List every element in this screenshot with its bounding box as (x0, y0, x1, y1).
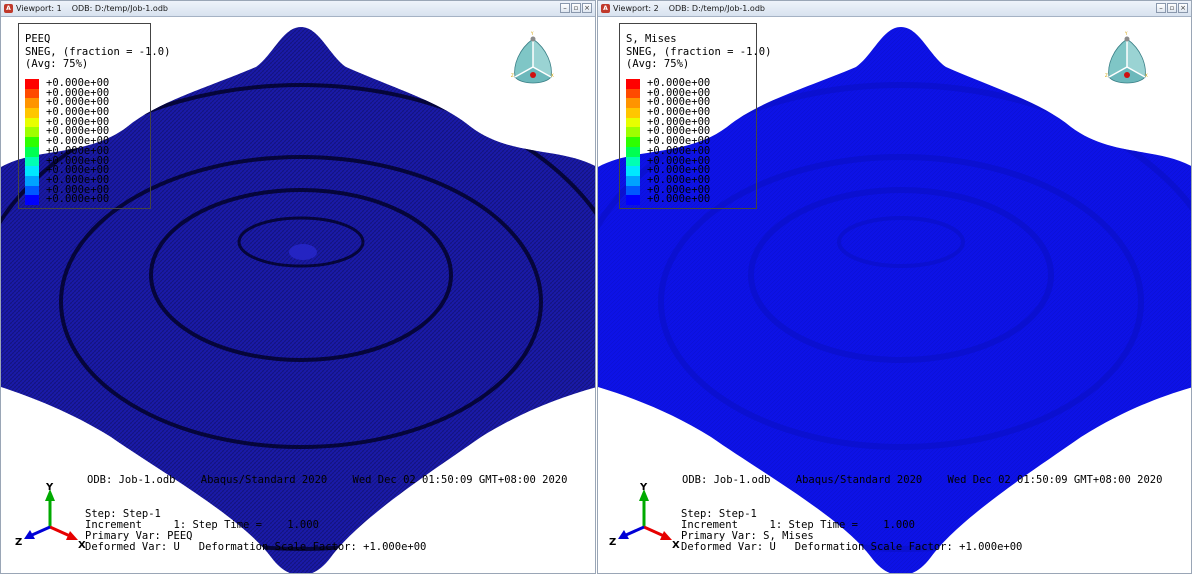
legend-variable: S, Mises (626, 33, 677, 45)
legend-averaging: (Avg: 75%) (626, 58, 690, 70)
legend-swatch (25, 195, 39, 205)
viewport-2-odb-path: ODB: D:/temp/Job-1.odb (668, 4, 765, 13)
step-info-block: Step: Step-1 Increment 1: Step Time = 1.0… (85, 509, 426, 553)
legend-swatch (25, 117, 39, 128)
legend-swatch (626, 166, 640, 176)
svg-text:X: X (1145, 73, 1148, 78)
legend-swatch (626, 79, 640, 89)
coordinate-axes-triad: Y X Z (15, 482, 86, 551)
legend-swatch (25, 137, 39, 147)
coordinate-axes-triad: Y X Z (609, 482, 680, 551)
legend-swatch (626, 146, 640, 157)
odb-info-line: ODB: Job-1.odb Abaqus/Standard 2020 Wed … (682, 474, 1163, 486)
legend-swatch (626, 137, 640, 147)
axis-z-label: Z (15, 537, 22, 548)
legend-swatch (626, 117, 640, 128)
legend-swatch (626, 195, 640, 205)
legend-swatch (626, 156, 640, 167)
legend-swatch (626, 127, 640, 138)
minimize-button[interactable]: – (560, 3, 570, 13)
legend-section: SNEG, (fraction = -1.0) (25, 45, 171, 58)
restore-button[interactable]: ▫ (1167, 3, 1177, 13)
legend-variable: PEEQ (25, 33, 51, 45)
legend-swatch (25, 146, 39, 157)
view-orientation-icon[interactable]: Y Z X (1105, 31, 1149, 87)
legend-averaging: (Avg: 75%) (25, 58, 89, 70)
svg-text:Z: Z (1105, 73, 1108, 78)
legend-section: SNEG, (fraction = -1.0) (626, 45, 772, 58)
legend-swatch (25, 127, 39, 138)
axis-x-label: X (672, 540, 680, 551)
legend-swatch (25, 108, 39, 118)
legend-swatch (626, 185, 640, 196)
legend-swatch (626, 98, 640, 109)
contour-legend[interactable]: PEEQ SNEG, (fraction = -1.0) (Avg: 75%) … (18, 23, 171, 209)
axis-y-label: Y (45, 482, 54, 493)
deformed-var-label: Deformed Var: U Deformation Scale Factor… (681, 541, 1023, 553)
axis-z-label: Z (609, 537, 616, 548)
legend-swatch (25, 98, 39, 109)
contour-legend[interactable]: S, Mises SNEG, (fraction = -1.0) (Avg: 7… (619, 23, 772, 209)
step-info-block: Step: Step-1 Increment 1: Step Time = 1.0… (681, 509, 1022, 553)
legend-swatch (25, 185, 39, 196)
legend-swatch (25, 79, 39, 89)
legend-swatch (25, 88, 39, 99)
deformed-var-label: Deformed Var: U Deformation Scale Factor… (85, 541, 427, 553)
viewport-1-titlebar[interactable]: A Viewport: 1 ODB: D:/temp/Job-1.odb – ▫… (1, 1, 595, 17)
minimize-button[interactable]: – (1156, 3, 1166, 13)
axis-y-label: Y (639, 482, 648, 493)
svg-text:Y: Y (530, 31, 534, 36)
legend-value: +0.000e+00 (46, 193, 110, 206)
viewport-2-title: Viewport: 2 (613, 4, 659, 13)
viewport-1[interactable]: A Viewport: 1 ODB: D:/temp/Job-1.odb – ▫… (0, 0, 596, 574)
view-orientation-icon[interactable]: Y Z X (511, 31, 555, 87)
viewport-2[interactable]: A Viewport: 2 ODB: D:/temp/Job-1.odb – ▫… (597, 0, 1192, 574)
odb-info-line: ODB: Job-1.odb Abaqus/Standard 2020 Wed … (87, 474, 568, 486)
restore-button[interactable]: ▫ (571, 3, 581, 13)
close-button[interactable]: × (582, 3, 592, 13)
legend-value: +0.000e+00 (647, 193, 711, 206)
legend-swatch (25, 156, 39, 167)
legend-swatch (626, 88, 640, 99)
viewport-1-odb-path: ODB: D:/temp/Job-1.odb (71, 4, 168, 13)
abaqus-app-icon: A (4, 4, 13, 13)
legend-swatch (626, 175, 640, 186)
legend-swatch (25, 175, 39, 186)
viewport-1-title: Viewport: 1 (16, 4, 62, 13)
viewport-2-titlebar[interactable]: A Viewport: 2 ODB: D:/temp/Job-1.odb – ▫… (598, 1, 1191, 17)
svg-text:X: X (551, 73, 554, 78)
abaqus-app-icon: A (601, 4, 610, 13)
svg-text:Y: Y (1124, 31, 1128, 36)
legend-swatch (25, 166, 39, 176)
svg-text:Z: Z (511, 73, 514, 78)
legend-swatch (626, 108, 640, 118)
axis-x-label: X (78, 540, 86, 551)
close-button[interactable]: × (1178, 3, 1188, 13)
